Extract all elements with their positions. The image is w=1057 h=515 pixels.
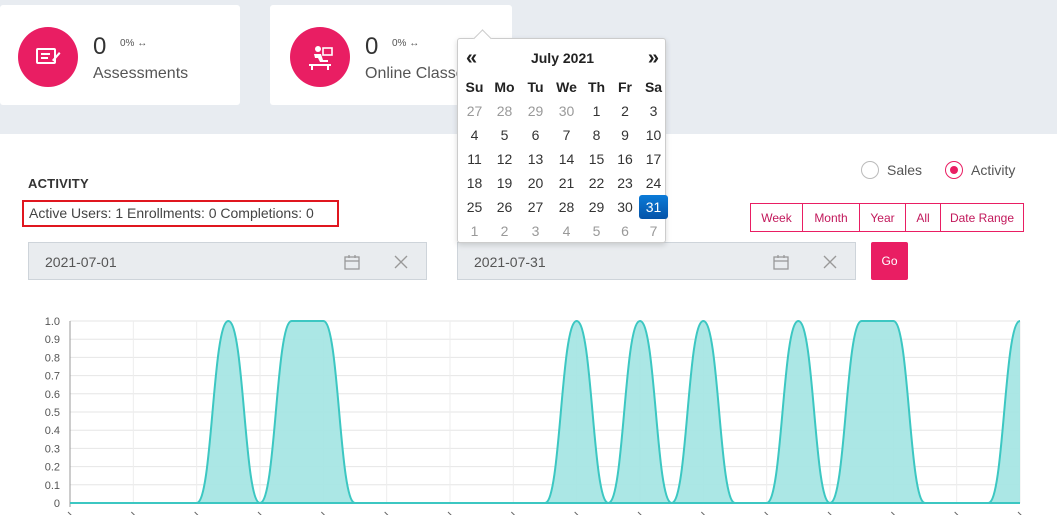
activity-radio-option[interactable]: Activity [945, 161, 1015, 179]
day-cell[interactable]: 10 [639, 123, 668, 147]
day-cell[interactable]: 3 [520, 219, 551, 243]
day-cell[interactable]: 20 [520, 171, 551, 195]
sales-radio-option[interactable]: Sales [861, 161, 922, 179]
day-cell[interactable]: 1 [460, 219, 489, 243]
weekday-header: Th [587, 79, 606, 95]
datepicker-next-button[interactable]: » [648, 47, 659, 70]
day-cell[interactable]: 9 [611, 123, 639, 147]
y-tick-label: 0.2 [45, 462, 60, 474]
y-tick-label: 0.9 [45, 334, 60, 346]
start-date-input[interactable]: 2021-07-01 [28, 242, 427, 280]
datepicker-popup: « July 2021 » Su Mo Tu We Th Fr Sa 27 28 29 30 1 2 3 4… [457, 38, 668, 243]
day-cell[interactable]: 28 [551, 195, 582, 219]
sales-radio-label: Sales [887, 162, 923, 178]
day-cell[interactable]: 29 [582, 195, 611, 219]
online-classes-percent: 0% ↔ [392, 38, 420, 49]
weekday-header: We [556, 79, 577, 95]
all-button[interactable]: All [905, 203, 941, 232]
day-cell[interactable]: 8 [582, 123, 611, 147]
day-cell[interactable]: 3 [639, 99, 668, 123]
day-cell[interactable]: 5 [489, 123, 520, 147]
day-cell[interactable]: 4 [551, 219, 582, 243]
day-cell[interactable]: 1 [582, 99, 611, 123]
day-cell[interactable]: 29 [520, 99, 551, 123]
datepicker-month-title[interactable]: July 2021 [458, 50, 667, 66]
end-date-value: 2021-07-31 [474, 254, 546, 270]
range-button-group: Week Month Year All Date Range [750, 203, 1024, 232]
day-cell[interactable]: 19 [489, 171, 520, 195]
day-cell[interactable]: 5 [582, 219, 611, 243]
activity-radio[interactable] [945, 161, 963, 179]
start-date-value: 2021-07-01 [45, 254, 117, 270]
day-cell[interactable]: 30 [551, 99, 582, 123]
week-button[interactable]: Week [750, 203, 803, 232]
day-cell[interactable]: 23 [611, 171, 639, 195]
month-button[interactable]: Month [802, 203, 860, 232]
sales-radio[interactable] [861, 161, 879, 179]
day-cell[interactable]: 27 [520, 195, 551, 219]
activity-title: ACTIVITY [28, 176, 89, 191]
datepicker-grid: Su Mo Tu We Th Fr Sa 27 28 29 30 1 2 3 4 5 6 7 8 9 10 11 12 13 1… [460, 75, 668, 243]
date-range-button[interactable]: Date Range [940, 203, 1024, 232]
day-cell[interactable]: 2 [489, 219, 520, 243]
assessment-icon [18, 27, 78, 87]
weekday-header: Tu [527, 79, 544, 95]
day-cell[interactable]: 4 [460, 123, 489, 147]
day-cell[interactable]: 25 [460, 195, 489, 219]
day-cell[interactable]: 24 [639, 171, 668, 195]
year-button[interactable]: Year [859, 203, 906, 232]
day-cell[interactable]: 7 [639, 219, 668, 243]
day-cell[interactable]: 13 [520, 147, 551, 171]
day-cell[interactable]: 17 [639, 147, 668, 171]
day-cell[interactable]: 12 [489, 147, 520, 171]
clear-icon[interactable] [822, 254, 838, 273]
assessments-count: 0 [93, 33, 107, 60]
y-tick-label: 0.1 [45, 480, 60, 492]
activity-chart: 1.0 0.9 0.8 0.7 0.6 0.5 0.4 0.3 0.2 0.1 0 [45, 316, 1022, 515]
day-cell[interactable]: 22 [582, 171, 611, 195]
day-cell[interactable]: 14 [551, 147, 582, 171]
go-button[interactable]: Go [871, 242, 908, 280]
activity-radio-label: Activity [971, 162, 1016, 178]
day-cell[interactable]: 6 [520, 123, 551, 147]
day-cell[interactable]: 28 [489, 99, 520, 123]
day-cell[interactable]: 27 [460, 99, 489, 123]
day-cell[interactable]: 26 [489, 195, 520, 219]
weekday-header: Su [465, 79, 484, 95]
day-cell[interactable]: 2 [611, 99, 639, 123]
calendar-icon[interactable] [773, 254, 789, 273]
y-tick-label: 1.0 [45, 316, 60, 328]
end-date-input[interactable]: 2021-07-31 [457, 242, 856, 280]
y-tick-label: 0.5 [45, 407, 60, 419]
day-cell[interactable]: 30 [611, 195, 639, 219]
weekday-header: Sa [644, 79, 663, 95]
weekday-header: Fr [618, 79, 632, 95]
y-tick-label: 0.6 [45, 389, 60, 401]
assessments-card: 0 0% ↔ Assessments [0, 5, 240, 105]
day-cell[interactable]: 21 [551, 171, 582, 195]
y-tick-label: 0.7 [45, 371, 60, 383]
day-cell-selected[interactable]: 31 [639, 195, 668, 219]
day-cell[interactable]: 18 [460, 171, 489, 195]
y-tick-label: 0.4 [45, 425, 60, 437]
online-class-icon [290, 27, 350, 87]
y-tick-label: 0 [54, 498, 60, 510]
activity-summary: Active Users: 1 Enrollments: 0 Completio… [22, 200, 339, 227]
clear-icon[interactable] [393, 254, 409, 273]
assessments-percent: 0% ↔ [120, 38, 148, 49]
day-cell[interactable]: 6 [611, 219, 639, 243]
day-cell[interactable]: 7 [551, 123, 582, 147]
y-tick-label: 0.8 [45, 352, 60, 364]
y-tick-label: 0.3 [45, 443, 60, 455]
day-cell[interactable]: 11 [460, 147, 489, 171]
calendar-icon[interactable] [344, 254, 360, 273]
day-cell[interactable]: 16 [611, 147, 639, 171]
day-cell[interactable]: 15 [582, 147, 611, 171]
online-classes-count: 0 [365, 33, 379, 60]
assessments-label: Assessments [93, 65, 189, 82]
weekday-header: Mo [494, 79, 515, 95]
